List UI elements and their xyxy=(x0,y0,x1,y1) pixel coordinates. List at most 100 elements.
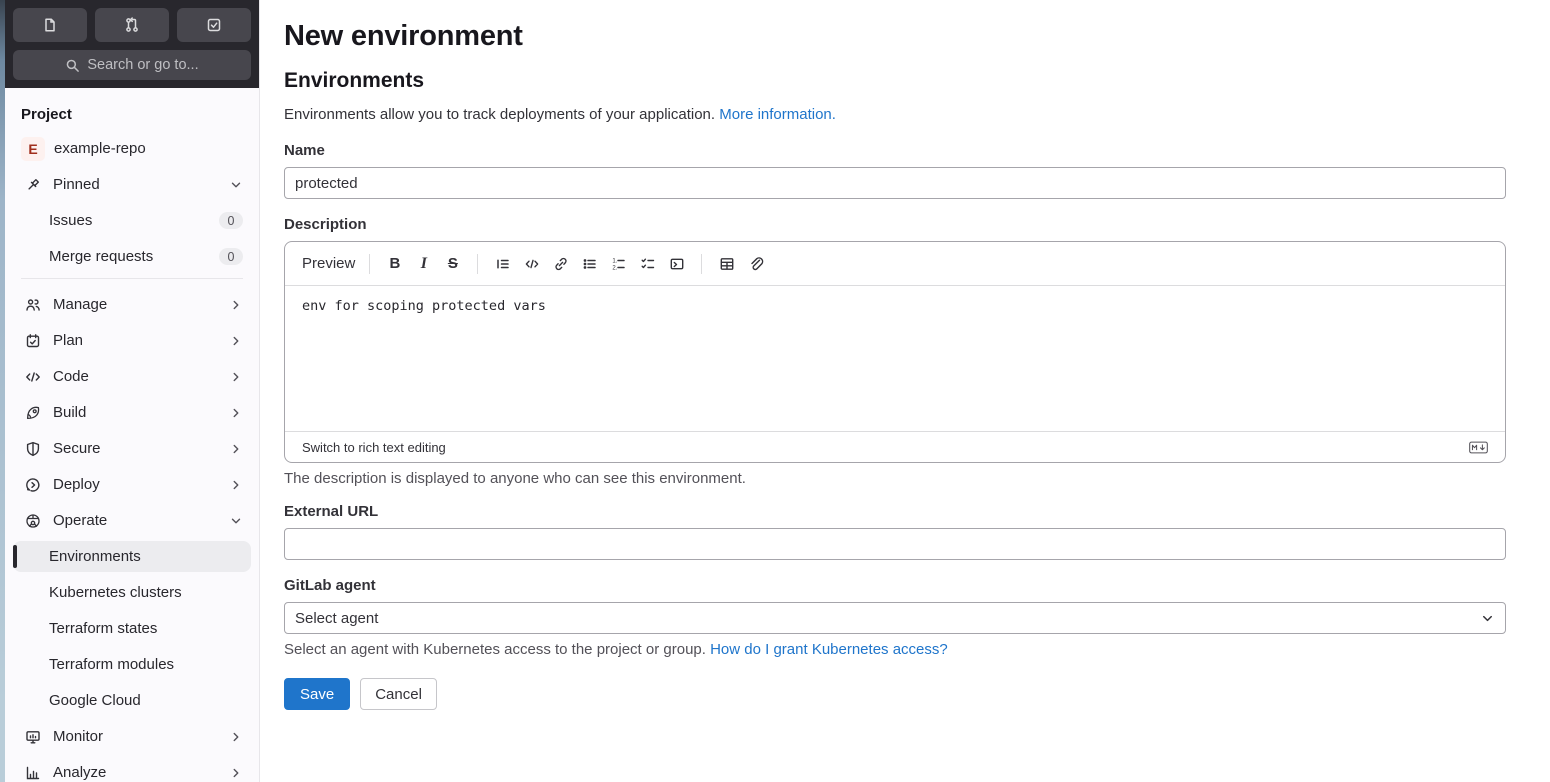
pinned-label: Pinned xyxy=(53,176,100,193)
calendar-icon xyxy=(25,333,41,349)
todo-shortcut-button[interactable] xyxy=(177,8,251,42)
link-icon xyxy=(553,256,569,272)
intro-text-body: Environments allow you to track deployme… xyxy=(284,106,716,123)
quote-button[interactable] xyxy=(489,250,516,277)
toolbar-divider xyxy=(477,253,479,274)
sidebar-divider xyxy=(21,278,243,279)
manage-label: Manage xyxy=(53,296,108,313)
details-block-button[interactable] xyxy=(663,250,690,277)
agent-select-value: Select agent xyxy=(295,609,379,627)
issues-shortcut-icon xyxy=(42,17,58,33)
name-input[interactable] xyxy=(284,167,1506,199)
sidebar-item-analyze[interactable]: Analyze xyxy=(13,757,251,782)
sidebar-item-deploy[interactable]: Deploy xyxy=(13,469,251,500)
details-block-icon xyxy=(669,256,685,272)
italic-button[interactable]: I xyxy=(410,250,437,277)
sidebar-item-pinned[interactable]: Pinned xyxy=(13,169,251,200)
search-input[interactable]: Search or go to... xyxy=(13,50,251,80)
cancel-button[interactable]: Cancel xyxy=(360,678,437,710)
rocket-icon xyxy=(25,405,41,421)
external-url-input[interactable] xyxy=(284,528,1506,560)
google-cloud-label: Google Cloud xyxy=(49,692,141,709)
quote-icon xyxy=(495,256,511,272)
markdown-toolbar: Preview B I S 1. 2. xyxy=(285,242,1505,286)
sidebar-item-secure[interactable]: Secure xyxy=(13,433,251,464)
gitlab-agent-label: GitLab agent xyxy=(284,577,376,594)
issues-label: Issues xyxy=(49,212,93,229)
sidebar-item-issues[interactable]: Issues 0 xyxy=(13,205,251,236)
shield-icon xyxy=(25,441,41,457)
agent-help-text: Select an agent with Kubernetes access t… xyxy=(284,641,1506,658)
bullet-list-icon xyxy=(582,256,598,272)
task-list-button[interactable] xyxy=(634,250,661,277)
sidebar-item-plan[interactable]: Plan xyxy=(13,325,251,356)
bold-button[interactable]: B xyxy=(381,250,408,277)
sidebar-item-monitor[interactable]: Monitor xyxy=(13,721,251,752)
monitor-icon xyxy=(25,729,41,745)
chevron-right-icon xyxy=(229,406,243,420)
sidebar-header: Search or go to... xyxy=(5,0,259,88)
build-label: Build xyxy=(53,404,87,421)
markdown-editor: Preview B I S 1. 2. env for scoping prot… xyxy=(284,241,1506,463)
sidebar-item-manage[interactable]: Manage xyxy=(13,289,251,320)
deploy-label: Deploy xyxy=(53,476,100,493)
chevron-right-icon xyxy=(229,334,243,348)
description-label: Description xyxy=(284,216,367,233)
save-button[interactable]: Save xyxy=(284,678,351,710)
sidebar-item-code[interactable]: Code xyxy=(13,361,251,392)
bullet-list-button[interactable] xyxy=(576,250,603,277)
chevron-right-icon xyxy=(229,442,243,456)
section-title: Environments xyxy=(284,69,425,92)
italic-icon: I xyxy=(420,254,427,272)
environments-label: Environments xyxy=(49,548,141,565)
intro-text: Environments allow you to track deployme… xyxy=(284,106,1506,123)
bold-icon: B xyxy=(389,255,401,272)
sidebar-item-terraform-modules[interactable]: Terraform modules xyxy=(13,649,251,680)
more-information-link[interactable]: More information. xyxy=(719,106,836,123)
attach-file-button[interactable] xyxy=(742,250,769,277)
sidebar-item-project[interactable]: E example-repo xyxy=(13,133,251,164)
project-name: example-repo xyxy=(54,140,146,157)
sidebar-item-terraform-states[interactable]: Terraform states xyxy=(13,613,251,644)
sidebar-section-label: Project xyxy=(21,106,72,123)
description-textarea[interactable]: env for scoping protected vars xyxy=(285,286,1505,431)
sidebar-item-environments[interactable]: Environments xyxy=(13,541,251,572)
chevron-right-icon xyxy=(229,766,243,780)
todo-shortcut-icon xyxy=(206,17,222,33)
insert-code-button[interactable] xyxy=(518,250,545,277)
toolbar-divider xyxy=(369,253,371,274)
merge-request-shortcut-button[interactable] xyxy=(95,8,169,42)
sidebar-item-build[interactable]: Build xyxy=(13,397,251,428)
merge-requests-label: Merge requests xyxy=(49,248,154,265)
pin-icon xyxy=(25,177,41,193)
sidebar-item-google-cloud[interactable]: Google Cloud xyxy=(13,685,251,716)
description-field: Description Preview B I S 1. 2. env for … xyxy=(284,216,1506,487)
switch-rich-text-button[interactable]: Switch to rich text editing xyxy=(302,440,446,455)
plan-label: Plan xyxy=(53,332,84,349)
users-icon xyxy=(25,297,41,313)
issues-shortcut-button[interactable] xyxy=(13,8,87,42)
sidebar-item-merge-requests[interactable]: Merge requests 0 xyxy=(13,241,251,272)
strikethrough-button[interactable]: S xyxy=(439,250,466,277)
svg-text:2.: 2. xyxy=(612,265,617,271)
markdown-icon xyxy=(1469,441,1488,454)
sidebar-shortcut-buttons xyxy=(13,8,251,42)
external-url-field: External URL xyxy=(284,503,1506,560)
preview-tab[interactable]: Preview xyxy=(298,255,359,272)
name-field: Name xyxy=(284,142,1506,199)
numbered-list-icon: 1. 2. xyxy=(611,256,627,272)
agent-select[interactable]: Select agent xyxy=(284,602,1506,634)
sidebar-item-operate[interactable]: Operate xyxy=(13,505,251,536)
operate-icon xyxy=(25,513,41,529)
insert-link-button[interactable] xyxy=(547,250,574,277)
task-list-icon xyxy=(640,256,656,272)
sidebar: Search or go to... Project E example-rep… xyxy=(5,0,260,782)
numbered-list-button[interactable]: 1. 2. xyxy=(605,250,632,277)
kubernetes-access-link[interactable]: How do I grant Kubernetes access? xyxy=(710,641,948,658)
description-help-text: The description is displayed to anyone w… xyxy=(284,470,746,487)
external-url-label: External URL xyxy=(284,503,379,520)
chevron-right-icon xyxy=(229,298,243,312)
insert-table-button[interactable] xyxy=(713,250,740,277)
main-content: New environment Environments Environment… xyxy=(260,0,1550,782)
sidebar-item-kubernetes-clusters[interactable]: Kubernetes clusters xyxy=(13,577,251,608)
